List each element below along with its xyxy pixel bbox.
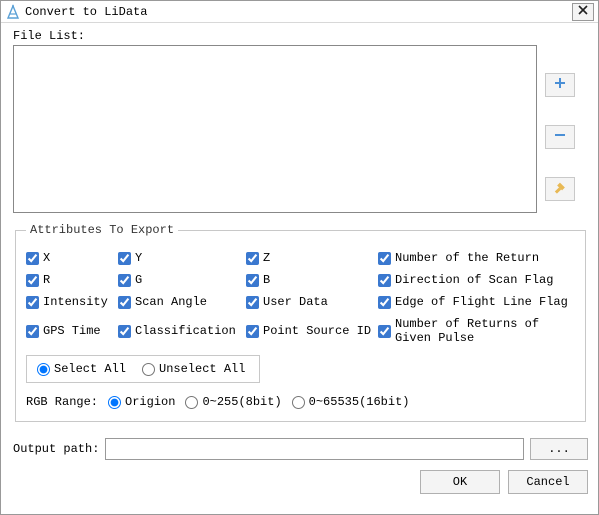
attr-z[interactable]: Z [246,251,378,265]
dialog-content: File List: [1,23,598,514]
attr-dir-scan-flag-checkbox[interactable] [378,274,391,287]
clear-icon [553,180,567,198]
attr-num-returns-pulse[interactable]: Number of Returns of Given Pulse [378,317,575,345]
attr-point-source-id-checkbox[interactable] [246,325,259,338]
attr-y-checkbox[interactable] [118,252,131,265]
attr-gps-time[interactable]: GPS Time [26,317,118,345]
attr-point-source-id[interactable]: Point Source ID [246,317,378,345]
attr-edge-flight-checkbox[interactable] [378,296,391,309]
attr-intensity[interactable]: Intensity [26,295,118,309]
rgb-255-radio[interactable] [185,396,198,409]
file-list-label: File List: [13,29,588,43]
dialog-window: Convert to LiData File List: [0,0,599,515]
attr-num-return[interactable]: Number of the Return [378,251,575,265]
attributes-grid: X Y Z Number of the Return R G B Directi… [26,251,575,345]
rgb-option-255[interactable]: 0~255(8bit) [185,395,281,409]
select-mode-group: Select All Unselect All [26,355,260,383]
cancel-button[interactable]: Cancel [508,470,588,494]
close-button[interactable] [572,3,594,21]
window-title: Convert to LiData [25,5,572,19]
attr-intensity-checkbox[interactable] [26,296,39,309]
close-icon [578,5,588,19]
attr-r-checkbox[interactable] [26,274,39,287]
unselect-all-radio[interactable] [142,363,155,376]
attr-y[interactable]: Y [118,251,246,265]
attr-x[interactable]: X [26,251,118,265]
app-icon [5,4,21,20]
attr-user-data[interactable]: User Data [246,295,378,309]
rgb-origion-radio[interactable] [108,396,121,409]
plus-icon [553,76,567,94]
unselect-all-option[interactable]: Unselect All [142,362,245,376]
dialog-buttons: OK Cancel [13,470,588,494]
attr-classification[interactable]: Classification [118,317,246,345]
attr-scan-angle[interactable]: Scan Angle [118,295,246,309]
minus-icon [553,128,567,146]
rgb-range-label: RGB Range: [26,395,98,409]
attr-g[interactable]: G [118,273,246,287]
attr-edge-flight[interactable]: Edge of Flight Line Flag [378,295,575,309]
attr-num-return-checkbox[interactable] [378,252,391,265]
attr-r[interactable]: R [26,273,118,287]
remove-file-button[interactable] [545,125,575,149]
attr-num-returns-pulse-checkbox[interactable] [378,325,391,338]
ok-button[interactable]: OK [420,470,500,494]
titlebar: Convert to LiData [1,1,598,23]
attr-user-data-checkbox[interactable] [246,296,259,309]
attr-classification-checkbox[interactable] [118,325,131,338]
attr-z-checkbox[interactable] [246,252,259,265]
select-all-option[interactable]: Select All [37,362,126,376]
output-path-label: Output path: [13,442,99,456]
rgb-option-65535[interactable]: 0~65535(16bit) [292,395,410,409]
attributes-group: Attributes To Export X Y Z Number of the… [15,223,586,422]
browse-button[interactable]: ... [530,438,588,460]
attr-x-checkbox[interactable] [26,252,39,265]
file-list-box[interactable] [13,45,537,213]
attr-scan-angle-checkbox[interactable] [118,296,131,309]
rgb-65535-radio[interactable] [292,396,305,409]
file-list-row [13,45,588,213]
output-path-row: Output path: ... [13,438,588,460]
attr-gps-time-checkbox[interactable] [26,325,39,338]
attributes-legend: Attributes To Export [26,223,178,237]
attr-dir-scan-flag[interactable]: Direction of Scan Flag [378,273,575,287]
attr-b[interactable]: B [246,273,378,287]
output-path-input[interactable] [105,438,524,460]
add-file-button[interactable] [545,73,575,97]
rgb-range-row: RGB Range: Origion 0~255(8bit) 0~65535(1… [26,395,575,409]
attr-b-checkbox[interactable] [246,274,259,287]
rgb-option-origion[interactable]: Origion [108,395,175,409]
select-all-radio[interactable] [37,363,50,376]
file-list-side-buttons [545,73,575,201]
clear-file-button[interactable] [545,177,575,201]
attr-g-checkbox[interactable] [118,274,131,287]
